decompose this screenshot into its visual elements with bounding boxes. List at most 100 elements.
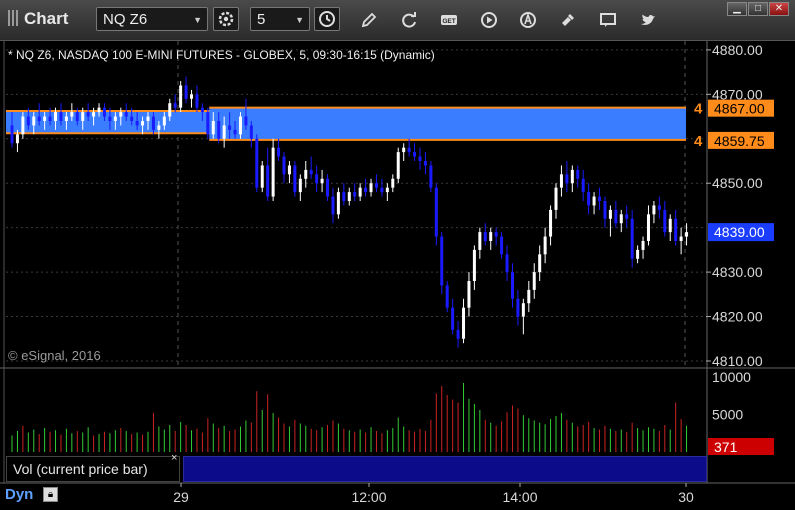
candle bbox=[674, 209, 678, 246]
volume-tick-label: 10000 bbox=[712, 369, 751, 385]
candle bbox=[554, 183, 558, 219]
candle bbox=[184, 76, 188, 104]
candle-body bbox=[238, 116, 242, 135]
candle bbox=[636, 245, 640, 264]
candle bbox=[570, 165, 574, 193]
lock-icon[interactable]: 🔒︎ bbox=[43, 487, 58, 502]
candle-body bbox=[184, 85, 188, 99]
candle-body bbox=[271, 147, 275, 197]
candle-body bbox=[619, 214, 623, 224]
candle bbox=[342, 183, 346, 206]
candle bbox=[364, 178, 368, 197]
chart-header: * NQ Z6, NASDAQ 100 E-MINI FUTURES - GLO… bbox=[8, 48, 435, 62]
candle-body bbox=[462, 307, 466, 339]
candle-body bbox=[657, 205, 661, 210]
maximize-button[interactable]: □ bbox=[748, 2, 768, 16]
candle bbox=[630, 209, 634, 268]
candle-body bbox=[37, 116, 41, 121]
candle-body bbox=[679, 236, 683, 241]
candle bbox=[521, 298, 525, 335]
dynamic-label[interactable]: Dyn bbox=[5, 486, 33, 503]
chevron-down-icon[interactable]: ▼ bbox=[193, 8, 202, 32]
candle-body bbox=[663, 209, 667, 233]
pencil-icon[interactable] bbox=[358, 9, 380, 31]
candle-body bbox=[429, 165, 433, 188]
twitter-icon[interactable] bbox=[637, 9, 659, 31]
candle bbox=[543, 227, 547, 264]
candle bbox=[478, 227, 482, 259]
candle bbox=[598, 187, 602, 210]
level-marker: 4 bbox=[694, 133, 703, 150]
candle-body bbox=[364, 187, 368, 193]
candle bbox=[576, 165, 580, 188]
candle-body bbox=[527, 289, 531, 304]
candle-body bbox=[244, 116, 248, 126]
get-label: GET bbox=[442, 18, 455, 25]
candle-body bbox=[423, 161, 427, 166]
close-button[interactable]: ✕ bbox=[769, 2, 789, 16]
current-volume-label: 371 bbox=[714, 439, 738, 455]
candle bbox=[472, 245, 476, 290]
candle-body bbox=[304, 169, 308, 179]
candle bbox=[668, 214, 672, 241]
candle-body bbox=[326, 178, 330, 197]
candle-body bbox=[500, 236, 504, 255]
minimize-button[interactable]: ▁ bbox=[727, 2, 747, 16]
candle bbox=[652, 201, 656, 224]
interval-select[interactable]: 5 ▼ bbox=[250, 7, 310, 31]
candle-body bbox=[102, 107, 106, 117]
comment-icon[interactable] bbox=[597, 9, 619, 31]
candle-body bbox=[636, 249, 640, 259]
symbol-input[interactable]: NQ Z6 ▼ bbox=[96, 7, 208, 31]
candle bbox=[646, 205, 650, 246]
candle-body bbox=[81, 112, 85, 121]
candle bbox=[538, 245, 542, 281]
candle-body bbox=[92, 112, 96, 117]
price-chart[interactable]: 4 4867.00 4 4859.75 4839.00 4880.00 4870.00 48… bbox=[0, 41, 795, 510]
volume-tick-label: 5000 bbox=[712, 407, 743, 423]
candle-body bbox=[380, 187, 384, 193]
time-tick-label: 12:00 bbox=[351, 489, 386, 505]
chevron-down-icon[interactable]: ▼ bbox=[295, 8, 304, 32]
candle-body bbox=[331, 196, 335, 215]
candle bbox=[298, 174, 302, 201]
time-tick-label: 29 bbox=[173, 489, 189, 505]
candle bbox=[619, 209, 623, 233]
candle bbox=[255, 134, 259, 193]
candle-body bbox=[190, 94, 194, 99]
candle bbox=[429, 161, 433, 193]
alert-icon[interactable] bbox=[517, 9, 539, 31]
time-template-button[interactable] bbox=[314, 7, 340, 31]
candle bbox=[549, 205, 553, 246]
study-bar[interactable] bbox=[183, 456, 707, 482]
candle bbox=[195, 85, 199, 113]
settings-gear-icon bbox=[218, 11, 234, 27]
grip-icon[interactable] bbox=[8, 10, 18, 26]
tools-icon[interactable] bbox=[557, 9, 579, 31]
candle bbox=[434, 183, 438, 246]
candle bbox=[369, 178, 373, 197]
price-tick-label: 4810.00 bbox=[712, 353, 763, 369]
level-lines: 4 4867.00 4 4859.75 4839.00 bbox=[694, 99, 774, 242]
window-title-label: Chart bbox=[24, 9, 69, 28]
candle-body bbox=[652, 205, 656, 215]
candle bbox=[396, 147, 400, 184]
candle bbox=[402, 143, 406, 161]
play-icon[interactable] bbox=[478, 9, 500, 31]
candle-body bbox=[483, 232, 487, 241]
symbol-settings-button[interactable] bbox=[213, 7, 239, 31]
candle-body bbox=[48, 116, 52, 121]
candle bbox=[559, 165, 563, 197]
candle-body bbox=[391, 178, 395, 188]
candle-body bbox=[70, 112, 74, 117]
close-study-icon[interactable]: × bbox=[171, 452, 177, 464]
candle bbox=[407, 138, 411, 157]
refresh-icon[interactable] bbox=[398, 9, 420, 31]
candle bbox=[603, 196, 607, 228]
candle-body bbox=[141, 121, 145, 126]
volume-study-label[interactable]: Vol (current price bar) bbox=[6, 456, 180, 482]
get-icon[interactable]: GET bbox=[438, 9, 460, 31]
candle-body bbox=[54, 112, 58, 121]
candle bbox=[266, 147, 270, 201]
candle-body bbox=[206, 112, 210, 135]
